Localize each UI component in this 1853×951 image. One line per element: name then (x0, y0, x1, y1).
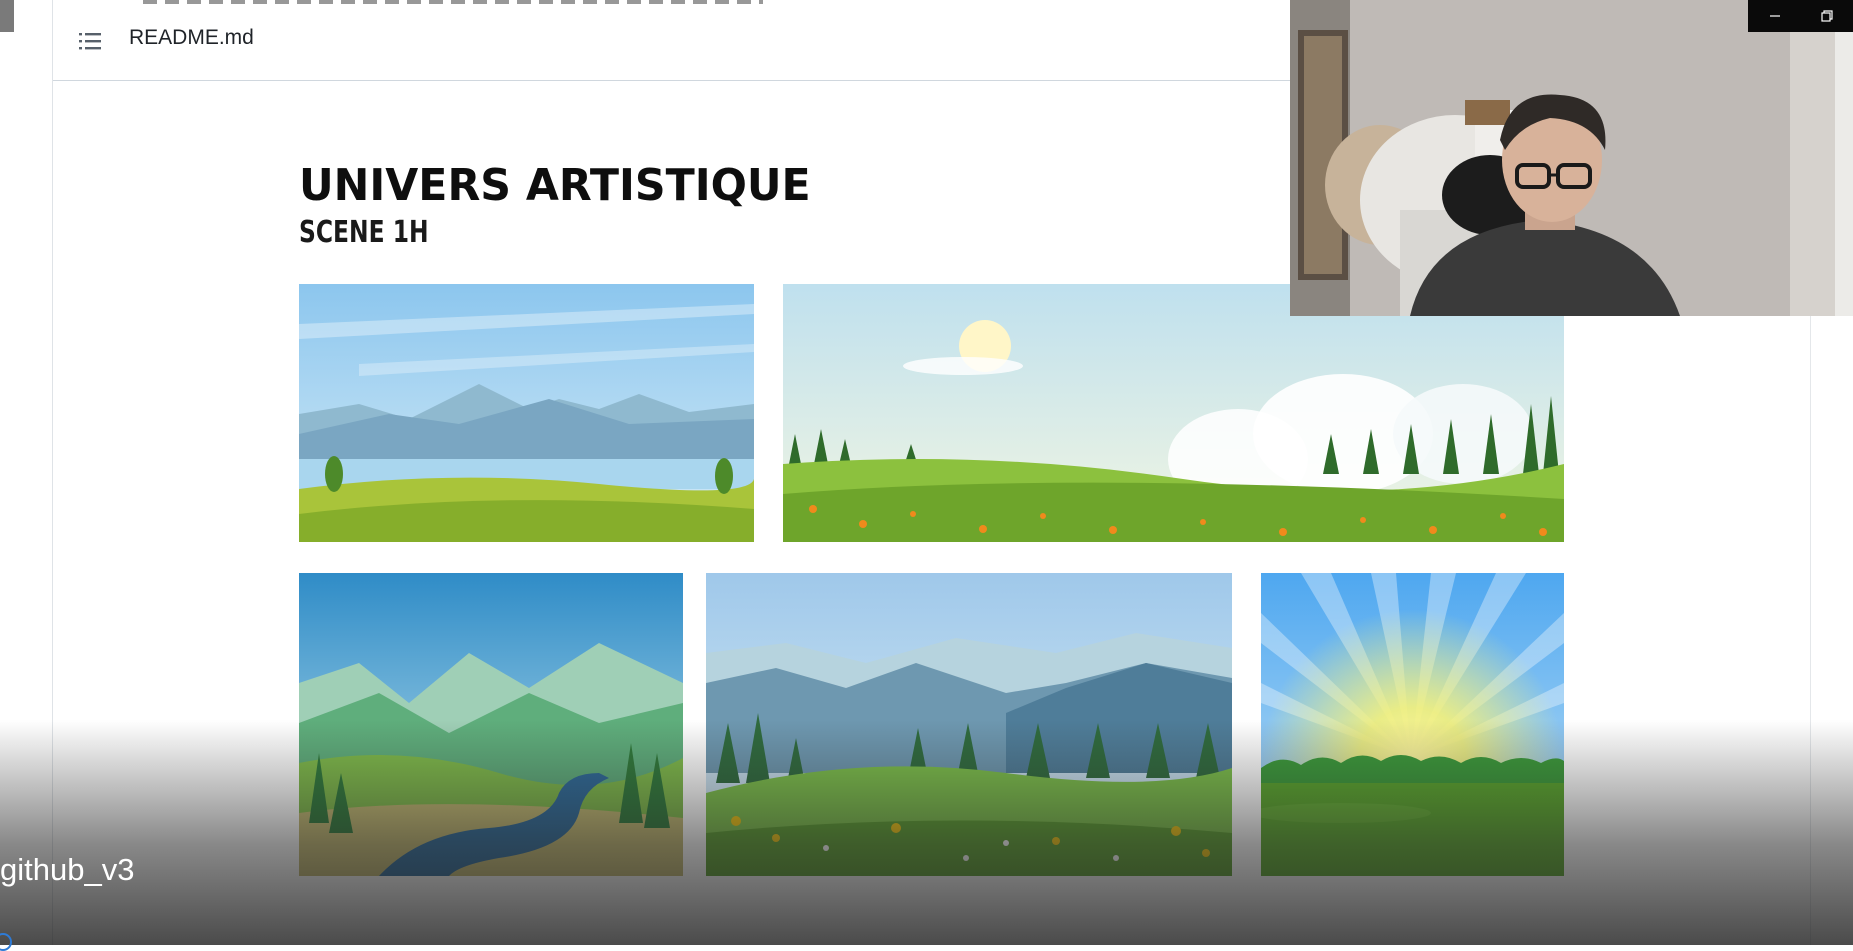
readme-filename[interactable]: README.md (129, 26, 254, 50)
restore-icon[interactable] (1804, 0, 1849, 32)
page-heading: UNIVERS ARTISTIQUE (299, 160, 811, 211)
page: README.md UNIVERS ARTISTIQUE SCENE 1H gi… (0, 0, 1853, 951)
corner-indicator (0, 933, 12, 951)
left-edge-marker (0, 0, 14, 32)
window-controls (1748, 0, 1853, 32)
meadow-sun-image (783, 284, 1564, 542)
outline-list-icon[interactable] (79, 31, 101, 51)
webcam-overlay (1290, 0, 1853, 316)
page-subheading: SCENE 1H (299, 215, 429, 250)
minimize-icon[interactable] (1752, 0, 1797, 32)
lake-mountains-image (299, 284, 754, 542)
cut-off-text-line (143, 0, 763, 4)
video-overlay-label: github_v3 (0, 852, 135, 887)
video-bottom-fade (0, 720, 1853, 945)
